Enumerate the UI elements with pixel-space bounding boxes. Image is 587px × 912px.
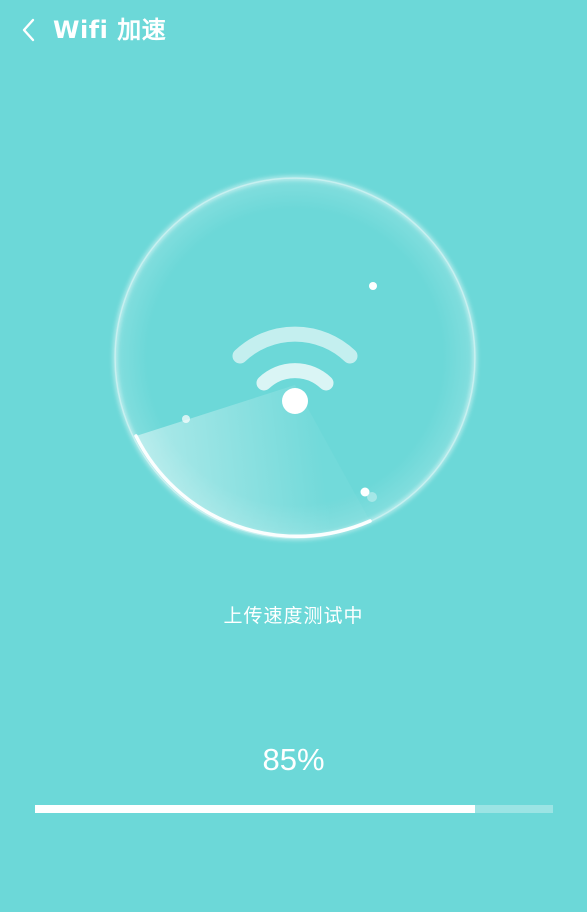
wifi-icon: [232, 326, 358, 414]
radar-dot: [360, 487, 370, 497]
speed-radar: [113, 176, 477, 540]
progress-bar: [35, 805, 553, 813]
radar-ring: [113, 176, 477, 540]
radar-dot: [367, 492, 377, 502]
status-text: 上传速度测试中: [223, 605, 364, 627]
progress-bar-fill: [35, 805, 476, 813]
page-title: Wifi 加速: [53, 16, 167, 44]
radar-dot: [369, 282, 377, 290]
back-button[interactable]: [12, 12, 48, 48]
radar-ring-line: [114, 177, 476, 539]
radar-sweep-arc: [134, 434, 372, 539]
header-bar: Wifi 加速: [0, 0, 587, 62]
radar-sweep: [136, 385, 370, 537]
radar-glow: [115, 178, 475, 538]
radar-dot: [182, 415, 190, 423]
chevron-left-icon: [22, 18, 35, 42]
progress-percent: 85%: [262, 742, 325, 777]
